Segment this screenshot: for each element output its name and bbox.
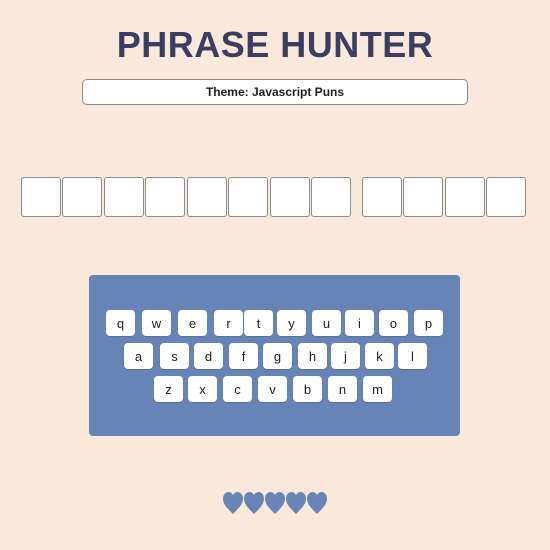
key-r[interactable]: r [214, 310, 243, 336]
key-k[interactable]: k [365, 343, 394, 369]
key-d[interactable]: d [194, 343, 223, 369]
key-n[interactable]: n [328, 376, 357, 402]
key-i[interactable]: i [345, 310, 374, 336]
key-e[interactable]: e [178, 310, 207, 336]
key-u[interactable]: u [312, 310, 341, 336]
letter-tile [403, 177, 443, 217]
key-a[interactable]: a [124, 343, 153, 369]
key-w[interactable]: w [142, 310, 171, 336]
letter-tile [362, 177, 402, 217]
key-s[interactable]: s [160, 343, 189, 369]
key-x[interactable]: x [188, 376, 217, 402]
keyboard-row-2: a s d f g h j k l [89, 343, 460, 369]
letter-tile [270, 177, 310, 217]
onscreen-keyboard: q w e r t y u i o p a s d f g h j k l z … [89, 275, 460, 436]
theme-label: Theme: Javascript Puns [205, 85, 345, 99]
heart-icon [286, 492, 306, 514]
heart-icon [244, 492, 264, 514]
letter-tile [187, 177, 227, 217]
key-v[interactable]: v [258, 376, 287, 402]
game-title: PHRASE HUNTER [116, 24, 434, 65]
phrase-board [0, 177, 550, 217]
letter-tile [104, 177, 144, 217]
heart-icon [307, 492, 327, 514]
key-y[interactable]: y [277, 310, 306, 336]
key-q[interactable]: q [106, 310, 135, 336]
keyboard-row-1: q w e r t y u i o p [89, 310, 460, 336]
key-l[interactable]: l [398, 343, 427, 369]
key-h[interactable]: h [298, 343, 327, 369]
letter-tile [486, 177, 526, 217]
phrase-hunter-page: PHRASE HUNTER Theme: Javascript Puns q w… [0, 0, 550, 550]
key-b[interactable]: b [293, 376, 322, 402]
key-c[interactable]: c [223, 376, 252, 402]
theme-banner: Theme: Javascript Puns [82, 79, 468, 105]
letter-tile [228, 177, 268, 217]
key-p[interactable]: p [414, 310, 443, 336]
letter-tile [62, 177, 102, 217]
heart-icon [223, 492, 243, 514]
key-o[interactable]: o [379, 310, 408, 336]
key-t[interactable]: t [244, 310, 273, 336]
key-m[interactable]: m [363, 376, 392, 402]
heart-icon [265, 492, 285, 514]
letter-tile [21, 177, 61, 217]
key-g[interactable]: g [263, 343, 292, 369]
key-f[interactable]: f [229, 343, 258, 369]
letter-tile [311, 177, 351, 217]
lives-display [0, 490, 550, 516]
key-j[interactable]: j [331, 343, 360, 369]
keyboard-row-3: z x c v b n m [89, 376, 460, 402]
letter-tile [145, 177, 185, 217]
letter-tile [445, 177, 485, 217]
key-z[interactable]: z [154, 376, 183, 402]
